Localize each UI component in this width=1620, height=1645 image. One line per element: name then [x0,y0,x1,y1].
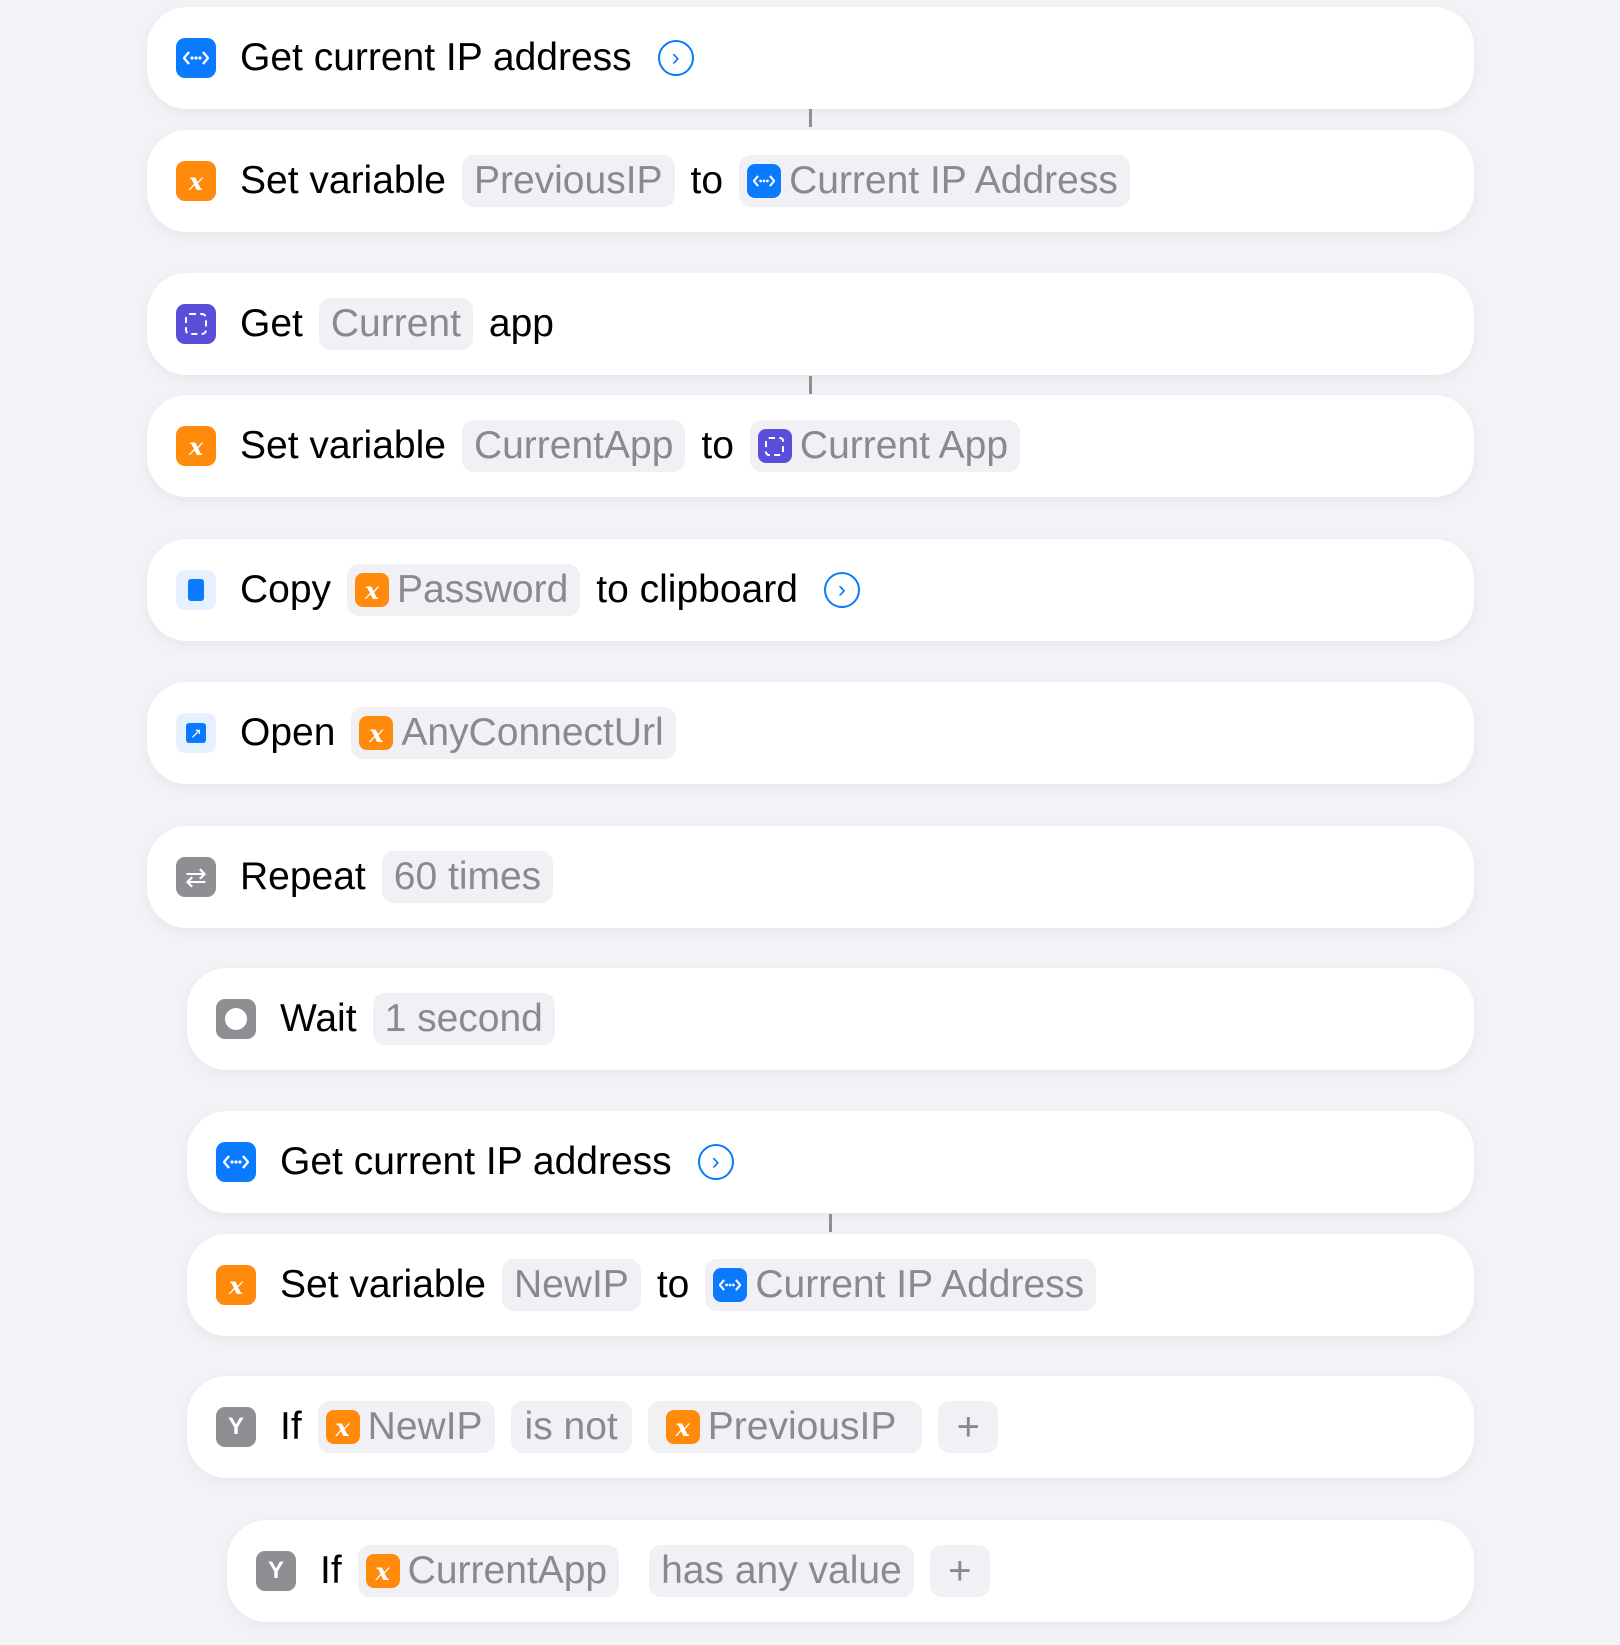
action-open-url[interactable]: ↗ Open x AnyConnectUrl [147,682,1474,784]
action-title: If [280,1405,302,1448]
variable-name-pill[interactable]: PreviousIP [461,155,675,207]
value-label: Current App [799,424,1009,467]
variable-icon: x [365,1554,400,1588]
variable-icon: x [176,161,216,201]
variable-label: PreviousIP [707,1405,897,1448]
action-title: Set variable [280,1263,486,1306]
network-icon [713,1268,748,1302]
expand-chevron-icon[interactable]: › [697,1144,734,1180]
variable-label: CurrentApp [407,1549,608,1592]
action-if[interactable]: Y If x CurrentApp has any value + [227,1520,1474,1622]
open-arrow-icon: ↗ [176,713,216,753]
condition-pill[interactable]: has any value [649,1545,914,1597]
variable-icon: x [665,1410,700,1444]
copy-icon [176,570,216,610]
action-if[interactable]: Y If x NewIP is not x PreviousIP + [187,1376,1474,1478]
to-label: to [656,1263,690,1306]
action-title: Set variable [240,159,446,202]
add-condition-button[interactable]: + [929,1545,990,1597]
param-pill[interactable]: Current [318,298,473,350]
connector [809,109,812,127]
action-title: Set variable [240,424,446,467]
to-label: to [690,159,724,202]
action-get-current-app[interactable]: Get Current app [147,273,1474,375]
expand-chevron-icon[interactable]: › [823,572,860,608]
suffix-label: app [488,302,554,345]
value-label: Current IP Address [755,1263,1085,1306]
action-title: Open [240,711,336,754]
count-pill[interactable]: 60 times [381,851,554,903]
value-pill[interactable]: Current IP Address [739,155,1130,207]
to-label: to [701,424,734,467]
action-title: Get current IP address [280,1140,672,1183]
action-wait[interactable]: Wait 1 second [187,968,1474,1070]
variable-pill[interactable]: x PreviousIP [647,1401,923,1453]
duration-pill[interactable]: 1 second [372,993,555,1045]
action-set-variable[interactable]: x Set variable NewIP to Current IP Addre… [187,1234,1474,1336]
action-title: If [320,1549,342,1592]
network-icon [176,38,216,78]
variable-label: AnyConnectUrl [401,711,664,754]
variable-pill[interactable]: x CurrentApp [357,1545,620,1597]
branch-icon: Y [216,1407,256,1447]
variable-icon: x [325,1410,360,1444]
action-title: Repeat [240,855,366,898]
variable-icon: x [359,716,394,750]
variable-label: Password [397,568,569,611]
repeat-icon: ⇄ [176,857,216,897]
value-pill[interactable]: Current App [749,420,1021,472]
variable-label: NewIP [367,1405,483,1448]
add-condition-button[interactable]: + [938,1401,999,1453]
value-pill[interactable]: Current IP Address [705,1259,1097,1311]
branch-icon: Y [256,1551,296,1591]
value-label: Current IP Address [789,159,1118,202]
variable-icon: x [355,573,390,607]
variable-name-pill[interactable]: CurrentApp [461,420,686,472]
variable-name-pill[interactable]: NewIP [501,1259,641,1311]
variable-pill[interactable]: x AnyConnectUrl [351,707,676,759]
suffix-label: to clipboard [596,568,798,611]
expand-chevron-icon[interactable]: › [657,40,694,76]
network-icon [216,1142,256,1182]
condition-pill[interactable]: is not [510,1401,632,1453]
variable-icon: x [216,1265,256,1305]
action-title: Wait [280,997,357,1040]
action-title: Get current IP address [240,36,632,79]
action-get-ip[interactable]: Get current IP address › [147,7,1474,109]
variable-icon: x [176,426,216,466]
action-copy-clipboard[interactable]: Copy x Password to clipboard › [147,539,1474,641]
action-set-variable[interactable]: x Set variable PreviousIP to Current IP … [147,130,1474,232]
variable-pill[interactable]: x NewIP [317,1401,495,1453]
action-title: Copy [240,568,332,611]
connector [809,376,812,394]
action-get-ip[interactable]: Get current IP address › [187,1111,1474,1213]
app-icon [757,429,792,463]
action-repeat[interactable]: ⇄ Repeat 60 times [147,826,1474,928]
connector [829,1214,832,1232]
action-set-variable[interactable]: x Set variable CurrentApp to Current App [147,395,1474,497]
variable-pill[interactable]: x Password [347,564,581,616]
network-icon [747,164,782,198]
clock-icon [216,999,256,1039]
action-title: Get [240,302,303,345]
app-icon [176,304,216,344]
